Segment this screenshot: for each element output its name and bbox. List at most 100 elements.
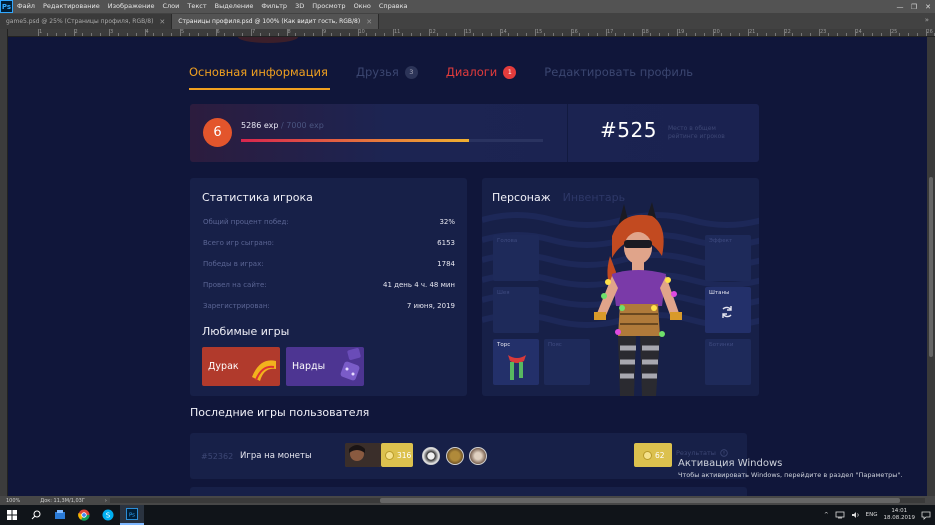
clock[interactable]: 14:01 18.08.2019 — [884, 508, 916, 522]
tab-character[interactable]: Персонаж — [492, 191, 551, 204]
ruler-tick — [694, 33, 696, 36]
ruler-tick — [659, 33, 661, 36]
ruler-tick — [197, 33, 199, 36]
ruler-tick — [330, 33, 332, 36]
dialogs-count-badge: 1 — [503, 65, 517, 79]
doc-tab-profile-pages[interactable]: Страницы профиля.psd @ 100% (Как видит г… — [172, 14, 380, 29]
ruler-tick — [632, 33, 634, 36]
ruler-tick — [153, 33, 155, 36]
rank-number: #525 — [600, 118, 657, 142]
notifications-icon[interactable] — [921, 511, 931, 520]
ruler-tick — [348, 33, 350, 36]
doc-size: Док: 11,3М/1,03Г — [40, 497, 85, 504]
slot-pants[interactable]: Штаны — [705, 287, 751, 333]
horizontal-scrollbar[interactable] — [110, 498, 925, 503]
skype-icon: S — [102, 509, 114, 521]
ruler-number: 21 — [749, 29, 756, 35]
favorite-game-durak[interactable]: Дурак — [202, 347, 280, 386]
taskbar-app-chrome[interactable] — [72, 505, 96, 525]
exp-current: 5286 exp — [241, 121, 279, 130]
menu-file[interactable]: Файл — [13, 0, 39, 13]
menu-layers[interactable]: Слои — [158, 0, 183, 13]
menubar: Ps Файл Редактирование Изображение Слои … — [0, 0, 935, 13]
tab-friends[interactable]: Друзья 3 — [356, 65, 418, 79]
menu-type[interactable]: Текст — [183, 0, 210, 13]
menu-filter[interactable]: Фильтр — [257, 0, 291, 13]
ruler-tick — [890, 29, 891, 36]
ruler-tick — [907, 33, 909, 36]
menu-edit[interactable]: Редактирование — [39, 0, 104, 13]
slot-head[interactable]: Голова — [493, 235, 539, 281]
clock-time: 14:01 — [891, 508, 908, 514]
menu-view[interactable]: Просмотр — [308, 0, 349, 13]
ruler-tick — [526, 33, 528, 36]
ruler-tick — [180, 29, 181, 36]
tab-dialogs[interactable]: Диалоги 1 — [446, 65, 517, 79]
collapse-panels-icon[interactable]: » — [925, 16, 929, 24]
player-avatar[interactable] — [422, 447, 440, 465]
stat-value: 32% — [439, 218, 455, 226]
slot-torso[interactable]: Торс — [493, 339, 539, 385]
minimize-icon[interactable]: — — [893, 0, 907, 13]
recent-game-row[interactable]: #52362 Игра на монеты 316 62 Результаты — [190, 433, 747, 479]
tab-main-info-label: Основная информация — [189, 65, 328, 79]
ruler-tick — [100, 33, 102, 36]
screen: Ps Файл Редактирование Изображение Слои … — [0, 0, 935, 525]
favorite-game-nardy[interactable]: Нарды — [286, 347, 364, 386]
design-canvas[interactable]: Основная информация Друзья 3 Диалоги 1 Р… — [8, 37, 927, 496]
keyboard-language[interactable]: ENG — [866, 512, 878, 518]
status-arrow-icon[interactable]: › — [105, 498, 107, 504]
ruler-horizontal: 1 2 3 4 5 6 7 8 9 10 11 12 13 14 15 16 17 18 19 20 21 22 23 24 2… — [8, 29, 935, 37]
scroll-thumb[interactable] — [380, 498, 900, 503]
ruler-number: 12 — [429, 29, 436, 35]
slot-boots[interactable]: Ботинки — [705, 339, 751, 385]
ruler-tick — [144, 29, 146, 36]
ruler-tick — [623, 33, 625, 36]
stat-row-games-played: Всего игр сыграно: 6153 — [203, 239, 455, 247]
tab-edit-profile[interactable]: Редактировать профиль — [544, 65, 693, 79]
ruler-number: 24 — [855, 29, 862, 35]
refresh-icon[interactable] — [720, 305, 734, 319]
network-icon[interactable] — [835, 511, 845, 519]
menu-window[interactable]: Окно — [350, 0, 375, 13]
slot-neck[interactable]: Шея — [493, 287, 539, 333]
ruler-number: 25 — [891, 29, 898, 35]
ruler-number: 4 — [145, 29, 149, 35]
recent-game-row[interactable] — [190, 487, 747, 496]
zoom-level[interactable]: 100% — [6, 498, 20, 504]
close-icon[interactable]: ✕ — [921, 0, 935, 13]
taskbar-app-photoshop[interactable]: Ps — [120, 505, 144, 525]
start-button[interactable] — [0, 505, 24, 525]
maximize-icon[interactable]: ❐ — [907, 0, 921, 13]
tab-main-info[interactable]: Основная информация — [189, 65, 330, 90]
ruler-tick — [366, 33, 368, 36]
ruler-tick — [268, 33, 270, 36]
ruler-tick — [171, 33, 173, 36]
ruler-tick — [490, 33, 492, 36]
vertical-scrollbar[interactable] — [927, 37, 935, 496]
ruler-tick — [561, 33, 563, 36]
slot-effect[interactable]: Эффект — [705, 235, 751, 281]
stat-label: Победы в играх: — [203, 260, 264, 268]
ruler-number: 1 — [39, 29, 43, 35]
player-avatar[interactable] — [446, 447, 464, 465]
tray-overflow-icon[interactable]: ^ — [824, 512, 829, 518]
close-tab-icon[interactable]: ✕ — [366, 18, 372, 26]
scroll-thumb[interactable] — [929, 177, 933, 357]
game-tile-label: Нарды — [292, 361, 326, 372]
taskbar-app-tool[interactable] — [48, 505, 72, 525]
system-tray: ^ ENG 14:01 18.08.2019 — [824, 505, 935, 525]
results-button[interactable]: Результаты — [676, 449, 728, 457]
search-button[interactable] — [24, 505, 48, 525]
menu-3d[interactable]: 3D — [291, 0, 308, 13]
photoshop-icon: Ps — [126, 508, 138, 520]
volume-icon[interactable] — [851, 511, 860, 519]
close-tab-icon[interactable]: ✕ — [159, 18, 165, 26]
ruler-number: 19 — [678, 29, 685, 35]
taskbar-app-skype[interactable]: S — [96, 505, 120, 525]
menu-select[interactable]: Выделение — [211, 0, 258, 13]
doc-tab-game5[interactable]: game5.psd @ 25% (Страницы профиля, RGB/8… — [0, 14, 173, 29]
menu-help[interactable]: Справка — [375, 0, 412, 13]
menu-image[interactable]: Изображение — [104, 0, 159, 13]
player-avatar[interactable] — [469, 447, 487, 465]
